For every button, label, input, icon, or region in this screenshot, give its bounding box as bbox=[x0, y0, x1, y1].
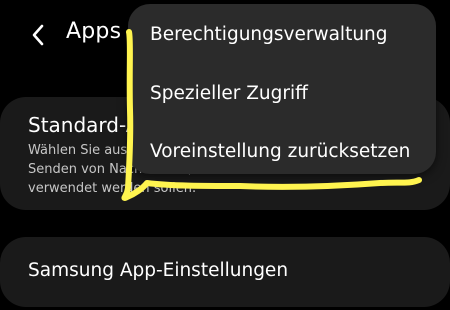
samsung-app-settings-item[interactable]: Samsung App-Einstellungen bbox=[0, 237, 450, 307]
menu-item-reset-preferences[interactable]: Voreinstellung zurücksetzen bbox=[150, 141, 410, 162]
menu-item-special-access[interactable]: Spezieller Zugriff bbox=[150, 83, 308, 104]
menu-item-permission-manager[interactable]: Berechtigungsverwaltung bbox=[150, 24, 388, 45]
page-title: Apps bbox=[66, 19, 122, 44]
overflow-menu: Berechtigungsverwaltung Spezieller Zugri… bbox=[128, 4, 436, 174]
samsung-app-settings-label: Samsung App-Einstellungen bbox=[28, 260, 289, 281]
chevron-left-icon bbox=[32, 24, 44, 46]
back-button[interactable] bbox=[26, 22, 52, 48]
